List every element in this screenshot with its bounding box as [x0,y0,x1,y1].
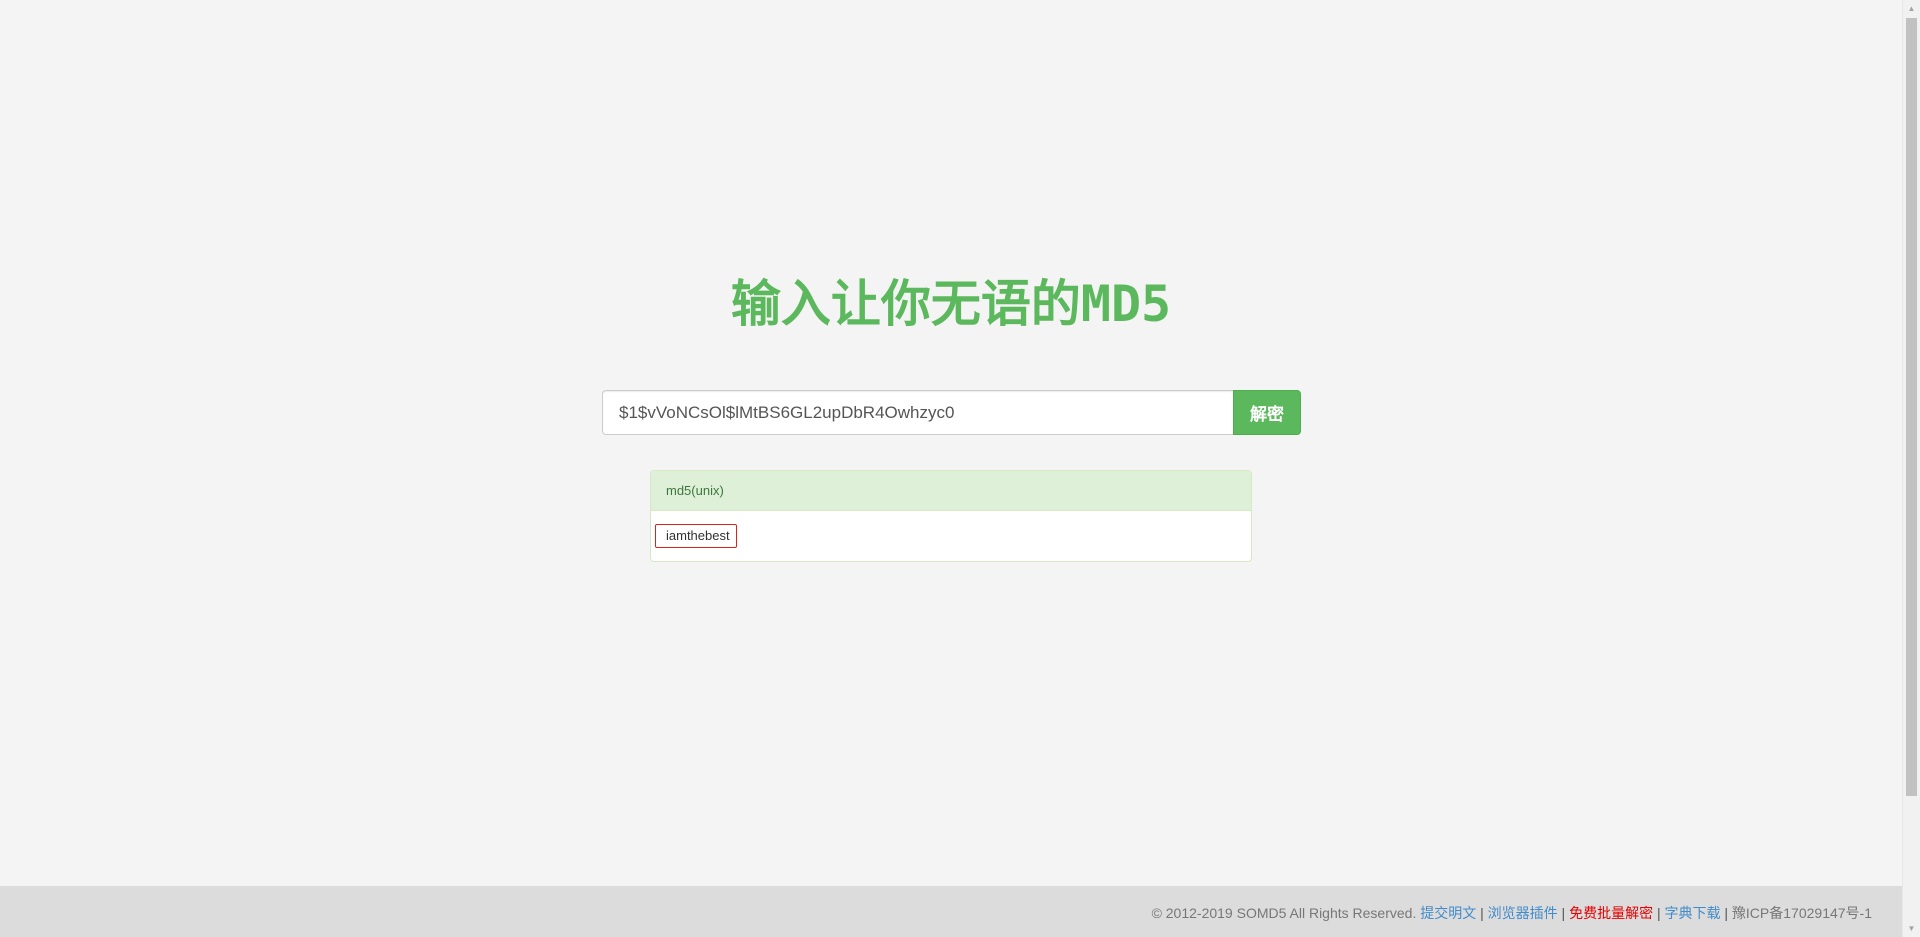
vertical-scrollbar[interactable]: ▲ ▼ [1902,0,1920,937]
footer-separator: | [1480,905,1484,921]
result-body: iamthebest [651,511,1251,548]
footer-separator: | [1561,905,1566,921]
search-form: 解密 [602,390,1301,435]
hash-input[interactable] [602,390,1233,435]
copyright-text: © 2012-2019 SOMD5 All Rights Reserved. [1151,905,1417,921]
page: 输入让你无语的MD5 解密 md5(unix) iamthebest © 201… [0,0,1920,937]
page-title: 输入让你无语的MD5 [730,275,1172,333]
hash-type-label: md5(unix) [651,471,1251,511]
result-panel: md5(unix) iamthebest [650,470,1252,562]
decrypt-button[interactable]: 解密 [1233,390,1301,435]
browser-plugin-link[interactable]: 浏览器插件 [1488,905,1558,921]
footer-separator: | [1656,905,1661,921]
footer-separator: | [1724,905,1729,921]
icp-text: 豫ICP备17029147号-1 [1731,905,1872,921]
submit-plaintext-link[interactable]: 提交明文 [1420,905,1476,921]
plaintext-result: iamthebest [655,524,737,548]
footer: © 2012-2019 SOMD5 All Rights Reserved. 提… [0,886,1902,937]
arrow-down-icon[interactable]: ▼ [1903,920,1920,937]
dictionary-download-link[interactable]: 字典下载 [1665,905,1721,921]
batch-decrypt-link[interactable]: 免费批量解密 [1569,905,1653,921]
footer-text: © 2012-2019 SOMD5 All Rights Reserved. 提… [1152,903,1872,923]
scrollbar-thumb[interactable] [1906,18,1917,796]
arrow-up-icon[interactable]: ▲ [1903,0,1920,17]
